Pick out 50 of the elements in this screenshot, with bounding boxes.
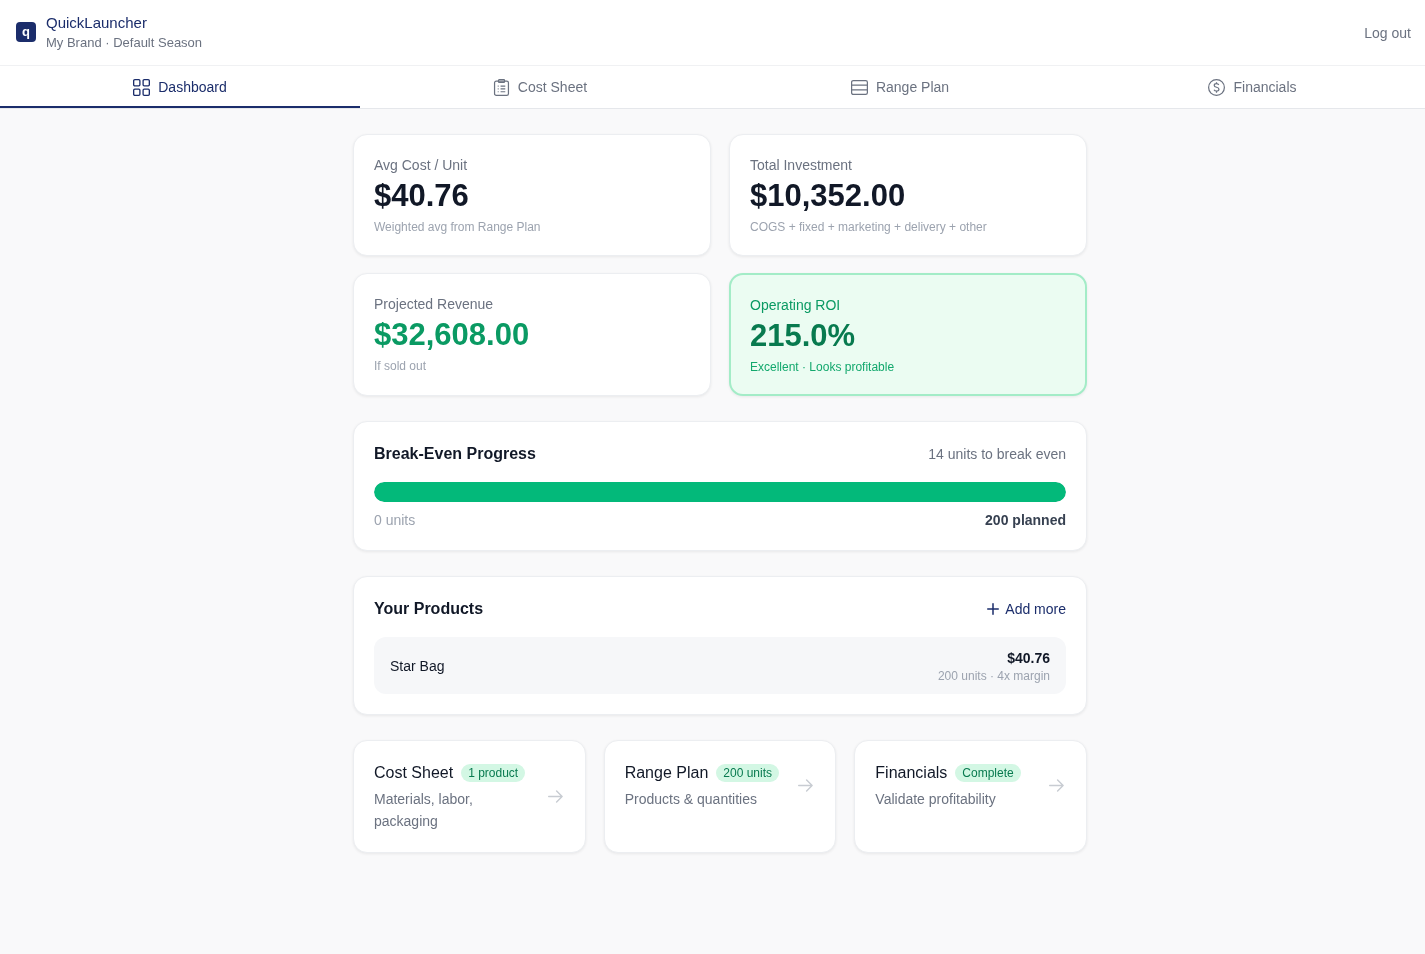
product-price: $40.76 [1007, 649, 1050, 668]
section-description: Validate profitability [875, 790, 996, 809]
stat-value: $32,608.00 [374, 317, 530, 353]
clipboard-icon [492, 78, 510, 96]
arrow-right-icon [1049, 779, 1064, 792]
status-badge: 1 product [461, 764, 526, 782]
section-title: Range Plan [624, 763, 709, 783]
nav-tab[interactable]: Dashboard [0, 66, 360, 108]
section-card[interactable]: Financials Complete Validate profitability [854, 740, 1087, 853]
stat-label: Projected Revenue [374, 295, 494, 314]
arrow-right-icon [547, 790, 563, 803]
app-logo: q [16, 21, 36, 42]
arrow-right-icon [798, 779, 814, 792]
nav-tab[interactable]: Cost Sheet [360, 66, 720, 108]
section-card[interactable]: Range Plan 200 units Products & quantities [603, 740, 837, 853]
stat-note: If sold out [374, 358, 427, 374]
product-row[interactable]: Star Bag $40.76 200 units · 4x margin [374, 637, 1066, 694]
progress-end-label: 200 planned [985, 511, 1066, 530]
section-title: Cost Sheet [374, 763, 454, 783]
stat-note: Weighted avg from Range Plan [374, 219, 541, 235]
table-icon [850, 78, 868, 96]
app-title: QuickLauncher [46, 14, 148, 32]
dollar-circle-icon [1208, 78, 1226, 96]
status-badge: 200 units [716, 764, 779, 782]
plus-icon [987, 603, 1000, 615]
section-description: Products & quantities [624, 790, 757, 809]
nav-tab[interactable]: Range Plan [720, 66, 1080, 108]
app-subtitle: My Brand · Default Season [46, 35, 203, 51]
break-even-summary: 14 units to break even [928, 446, 1066, 462]
nav-tab[interactable]: Financials [1080, 66, 1425, 108]
stat-value: 215.0% [750, 318, 856, 354]
grid-icon [133, 78, 151, 96]
logout-button[interactable]: Log out [1364, 20, 1411, 45]
section-description: Materials, labor, packaging [374, 790, 474, 831]
product-detail: 200 units · 4x margin [937, 668, 1050, 684]
status-badge: Complete [955, 764, 1021, 782]
card-title: Your Products [374, 599, 484, 619]
stat-value: $40.76 [374, 178, 469, 214]
stat-label: Total Investment [750, 156, 852, 175]
stat-label: Operating ROI [750, 296, 841, 315]
stat-label: Avg Cost / Unit [374, 156, 468, 175]
progress-start-label: 0 units [374, 511, 416, 530]
add-more-button[interactable]: Add more [987, 601, 1066, 617]
section-title: Financials [875, 763, 948, 783]
section-card[interactable]: Cost Sheet 1 product Materials, labor, packaging [353, 740, 586, 853]
stat-value: $10,352.00 [750, 178, 906, 214]
stat-note: COGS + fixed + marketing + delivery + other [750, 219, 987, 235]
card-title: Break-Even Progress [374, 444, 536, 464]
product-name: Star Bag [390, 658, 445, 674]
stat-note: Excellent · Looks profitable [750, 359, 895, 375]
